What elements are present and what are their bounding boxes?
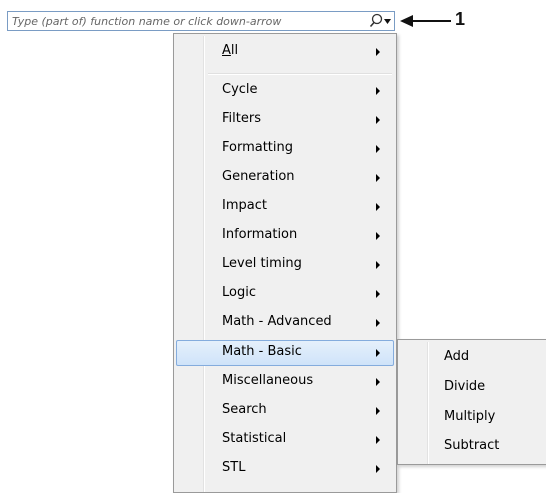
menu-item-logic[interactable]: Logic [176, 281, 394, 307]
submenu-arrow-icon [376, 349, 380, 357]
callout-label: 1 [455, 9, 466, 29]
menu-item-label: STL [222, 460, 246, 475]
menu-item-statistical[interactable]: Statistical [176, 427, 394, 453]
submenu-item-subtract[interactable]: Subtract [400, 432, 546, 460]
menu-item-label: Statistical [222, 431, 287, 446]
chevron-down-icon [384, 19, 391, 24]
submenu-item-label: Multiply [444, 409, 496, 424]
menu-item-label: Search [222, 402, 267, 417]
menu-item-level-timing[interactable]: Level timing [176, 252, 394, 278]
menu-item-label: Filters [222, 111, 261, 126]
menu-item-label: Math - Advanced [222, 314, 332, 329]
submenu-arrow-icon [376, 203, 380, 211]
submenu-arrow-icon [376, 232, 380, 240]
function-category-menu: All Cycle Filters Formatting Generation … [173, 33, 397, 493]
math-basic-submenu: Add Divide Multiply Subtract [397, 339, 546, 465]
menu-item-cycle[interactable]: Cycle [176, 78, 394, 104]
submenu-item-add[interactable]: Add [400, 343, 546, 371]
submenu-item-label: Add [444, 349, 470, 364]
menu-item-math-advanced[interactable]: Math - Advanced [176, 310, 394, 336]
submenu-arrow-icon [376, 290, 380, 298]
menu-item-all[interactable]: All [176, 39, 394, 65]
menu-item-label: Logic [222, 285, 256, 300]
submenu-item-label: Divide [444, 379, 486, 394]
menu-item-filters[interactable]: Filters [176, 107, 394, 133]
submenu-item-divide[interactable]: Divide [400, 373, 546, 401]
function-search-box [7, 11, 395, 31]
menu-item-label: All [222, 43, 239, 58]
submenu-arrow-icon [376, 116, 380, 124]
submenu-item-multiply[interactable]: Multiply [400, 403, 546, 431]
submenu-item-label: Subtract [444, 438, 500, 453]
submenu-arrow-icon [376, 145, 380, 153]
menu-separator [208, 73, 392, 75]
menu-item-label: Level timing [222, 256, 302, 271]
menu-item-generation[interactable]: Generation [176, 165, 394, 191]
menu-item-impact[interactable]: Impact [176, 194, 394, 220]
menu-item-label: Math - Basic [222, 344, 302, 359]
callout-line [412, 20, 451, 22]
submenu-arrow-icon [376, 465, 380, 473]
function-search-input[interactable] [8, 12, 368, 30]
search-dropdown-button[interactable] [366, 12, 392, 30]
submenu-arrow-icon [376, 378, 380, 386]
menu-item-label: Impact [222, 198, 267, 213]
submenu-arrow-icon [376, 436, 380, 444]
submenu-arrow-icon [376, 174, 380, 182]
menu-item-math-basic[interactable]: Math - Basic [176, 340, 394, 366]
menu-item-miscellaneous[interactable]: Miscellaneous [176, 369, 394, 395]
menu-item-stl[interactable]: STL [176, 456, 394, 482]
menu-item-label: Generation [222, 169, 295, 184]
menu-item-formatting[interactable]: Formatting [176, 136, 394, 162]
submenu-arrow-icon [376, 407, 380, 415]
menu-item-label: Information [222, 227, 298, 242]
menu-item-search[interactable]: Search [176, 398, 394, 424]
menu-item-label: Cycle [222, 82, 258, 97]
submenu-arrow-icon [376, 261, 380, 269]
submenu-arrow-icon [376, 48, 380, 56]
menu-item-label: Miscellaneous [222, 373, 314, 388]
menu-item-information[interactable]: Information [176, 223, 394, 249]
submenu-arrow-icon [376, 319, 380, 327]
menu-item-label: Formatting [222, 140, 294, 155]
submenu-arrow-icon [376, 87, 380, 95]
